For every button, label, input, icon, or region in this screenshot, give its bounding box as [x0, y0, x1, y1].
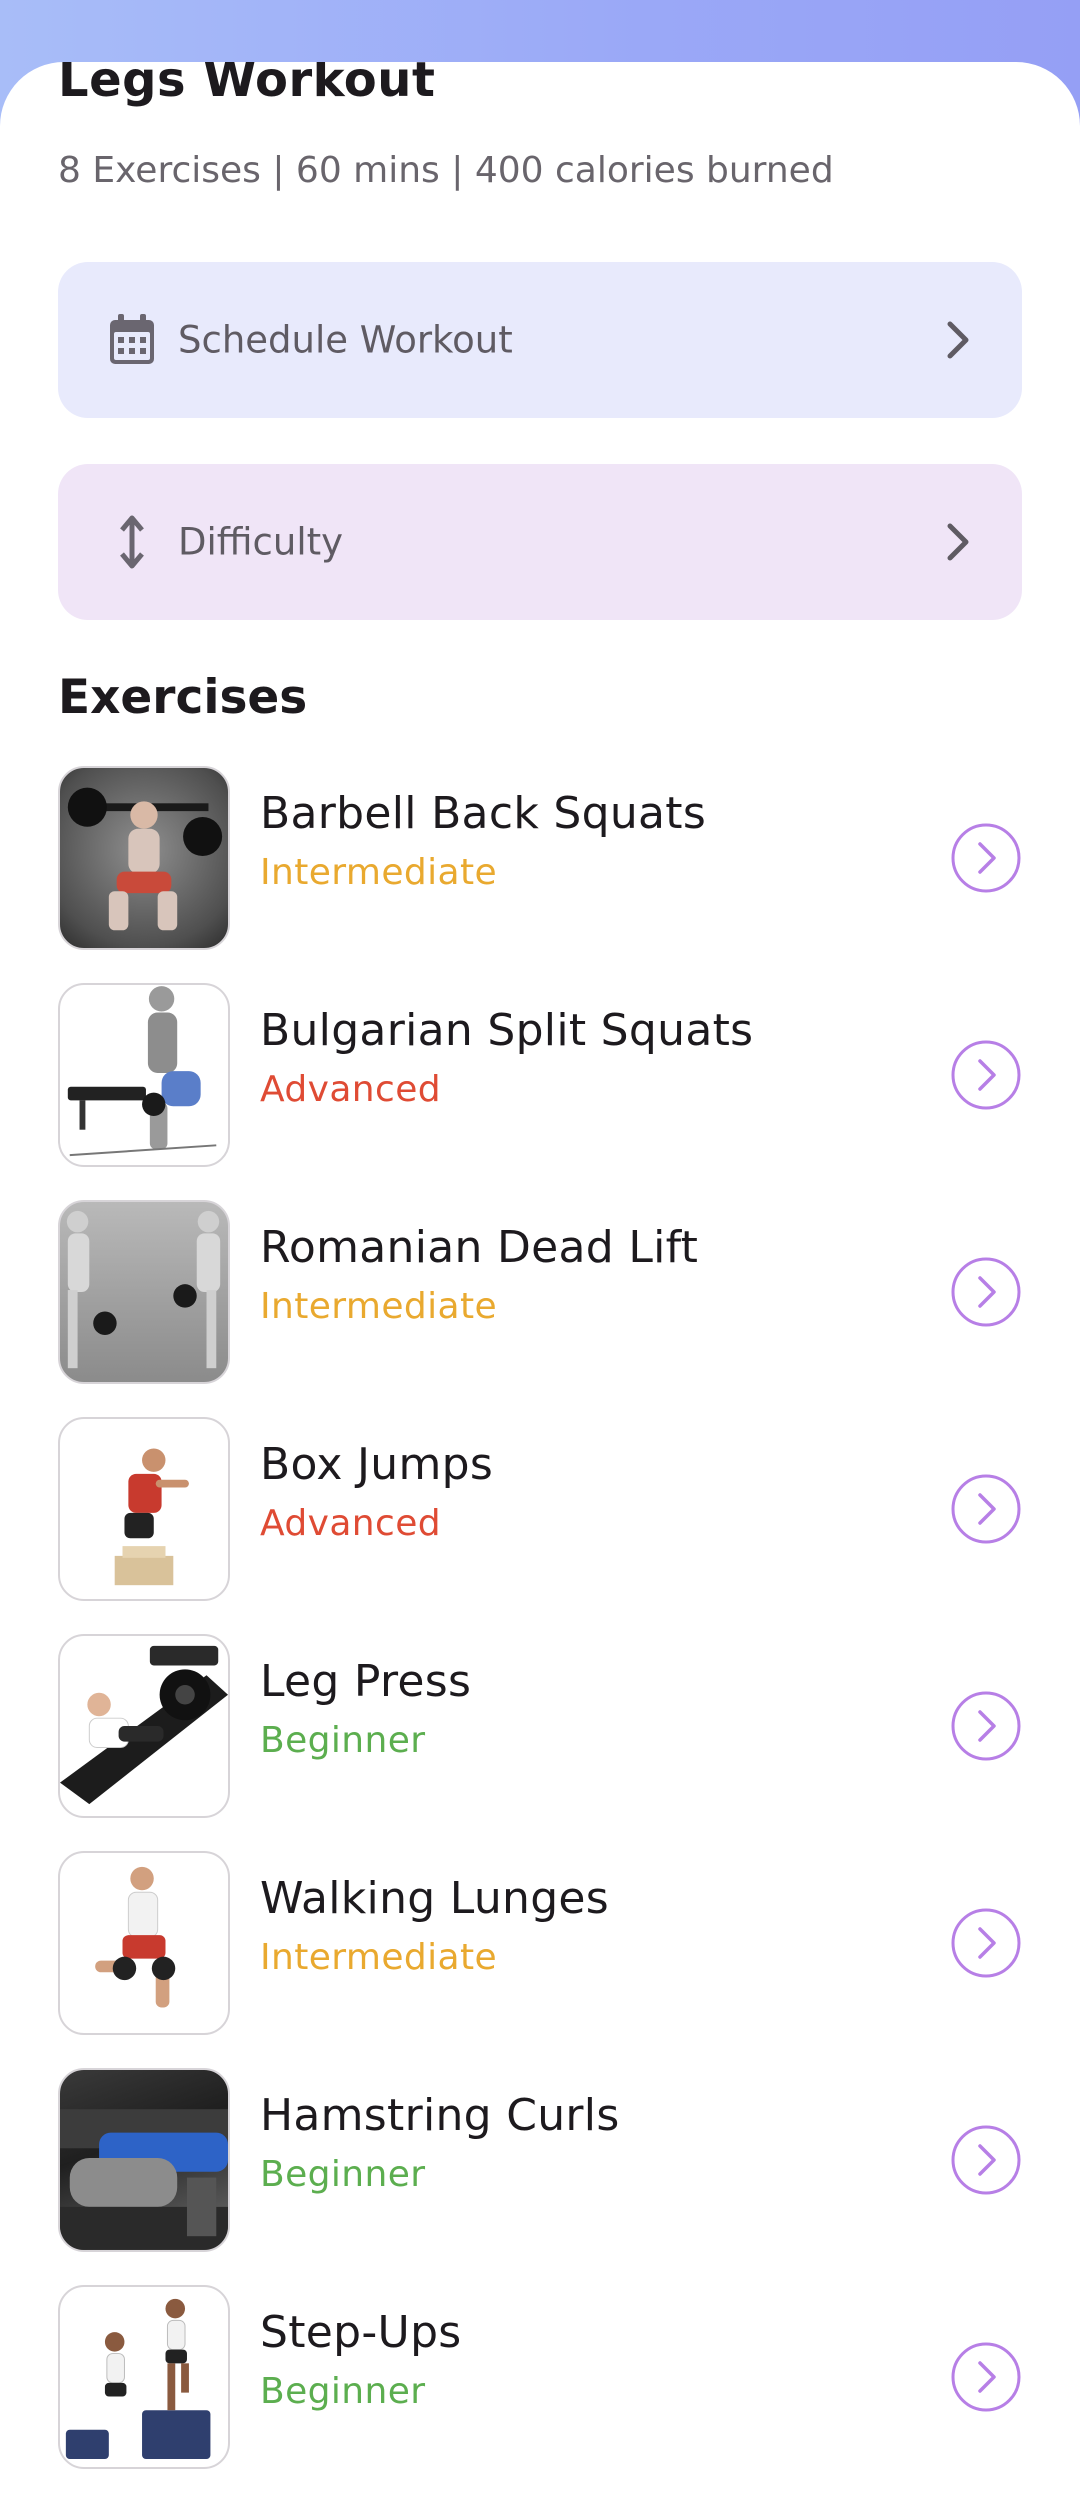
exercise-thumbnail — [58, 1200, 230, 1384]
exercise-thumbnail — [58, 2285, 230, 2469]
exercise-name: Box Jumps — [260, 1439, 494, 1490]
exercise-item[interactable]: Romanian Dead Lift Intermediate — [58, 1200, 1022, 1384]
exercise-thumbnail — [58, 766, 230, 950]
vertical-arrows-icon — [120, 515, 144, 569]
exercise-level: Beginner — [260, 2371, 426, 2412]
exercise-name: Romanian Dead Lift — [260, 1222, 699, 1273]
exercise-name: Bulgarian Split Squats — [260, 1005, 754, 1056]
difficulty-label: Difficulty — [178, 520, 344, 564]
difficulty-button[interactable]: Difficulty — [58, 464, 1022, 620]
chevron-circle-right-icon — [951, 1691, 1021, 1761]
exercise-name: Step-Ups — [260, 2307, 462, 2358]
open-exercise-button[interactable] — [950, 1690, 1022, 1762]
exercise-level: Intermediate — [260, 1937, 498, 1978]
open-exercise-button[interactable] — [950, 1473, 1022, 1545]
chevron-circle-right-icon — [951, 1474, 1021, 1544]
exercise-item[interactable]: Hamstring Curls Beginner — [58, 2068, 1022, 2252]
exercise-level: Beginner — [260, 2154, 426, 2195]
chevron-circle-right-icon — [951, 1257, 1021, 1327]
exercise-name: Barbell Back Squats — [260, 788, 707, 839]
exercise-name: Leg Press — [260, 1656, 472, 1707]
chevron-right-icon — [947, 321, 969, 359]
exercise-level: Intermediate — [260, 1286, 498, 1327]
exercise-item[interactable]: Walking Lunges Intermediate — [58, 1851, 1022, 2035]
chevron-circle-right-icon — [951, 2342, 1021, 2412]
chevron-right-icon — [947, 523, 969, 561]
open-exercise-button[interactable] — [950, 1039, 1022, 1111]
chevron-circle-right-icon — [951, 1040, 1021, 1110]
chevron-circle-right-icon — [951, 2125, 1021, 2195]
exercise-item[interactable]: Barbell Back Squats Intermediate — [58, 766, 1022, 950]
chevron-circle-right-icon — [951, 1908, 1021, 1978]
open-exercise-button[interactable] — [950, 822, 1022, 894]
open-exercise-button[interactable] — [950, 2124, 1022, 2196]
exercise-item[interactable]: Bulgarian Split Squats Advanced — [58, 983, 1022, 1167]
workout-summary: 8 Exercises | 60 mins | 400 calories bur… — [58, 150, 834, 191]
workout-sheet: Legs Workout 8 Exercises | 60 mins | 400… — [0, 62, 1080, 2520]
open-exercise-button[interactable] — [950, 1256, 1022, 1328]
exercise-level: Intermediate — [260, 852, 498, 893]
exercise-name: Walking Lunges — [260, 1873, 610, 1924]
exercise-name: Hamstring Curls — [260, 2090, 620, 2141]
open-exercise-button[interactable] — [950, 1907, 1022, 1979]
exercises-heading: Exercises — [58, 670, 308, 725]
exercise-thumbnail — [58, 1417, 230, 1601]
exercise-level: Beginner — [260, 1720, 426, 1761]
exercise-thumbnail — [58, 983, 230, 1167]
schedule-workout-button[interactable]: Schedule Workout — [58, 262, 1022, 418]
schedule-workout-label: Schedule Workout — [178, 318, 513, 362]
workout-title: Legs Workout — [58, 62, 436, 108]
exercise-item[interactable]: Box Jumps Advanced — [58, 1417, 1022, 1601]
exercise-item[interactable]: Step-Ups Beginner — [58, 2285, 1022, 2469]
exercise-thumbnail — [58, 1634, 230, 1818]
open-exercise-button[interactable] — [950, 2341, 1022, 2413]
calendar-icon — [110, 314, 154, 364]
exercise-level: Advanced — [260, 1069, 442, 1110]
exercise-thumbnail — [58, 1851, 230, 2035]
chevron-circle-right-icon — [951, 823, 1021, 893]
exercise-level: Advanced — [260, 1503, 442, 1544]
exercise-thumbnail — [58, 2068, 230, 2252]
exercise-item[interactable]: Leg Press Beginner — [58, 1634, 1022, 1818]
